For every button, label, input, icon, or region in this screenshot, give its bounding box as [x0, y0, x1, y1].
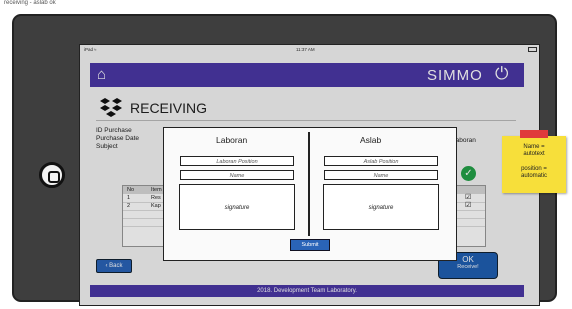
laboran-position-field[interactable]: Laboran Position: [180, 156, 294, 166]
aslab-position-field[interactable]: Aslab Position: [324, 156, 438, 166]
submit-button[interactable]: Submit: [290, 239, 330, 251]
aslab-name-field[interactable]: Name: [324, 170, 438, 180]
laboran-title: Laboran: [216, 135, 248, 145]
sticky-line-1: Name =: [523, 144, 545, 150]
tablet-home-button[interactable]: [39, 162, 65, 188]
sticky-line-3: position =: [521, 166, 547, 172]
sticky-line-4: automatic: [520, 173, 547, 179]
column-divider: [308, 132, 310, 236]
page-caption: receiving - aslab ok: [4, 0, 56, 6]
signature-modal: Laboran Aslab Laboran Position Name sign…: [163, 127, 457, 261]
sticky-tape: [520, 130, 548, 138]
laboran-name-field[interactable]: Name: [180, 170, 294, 180]
app-screen: iPad ≈ 11:37 AM ⌂ SIMMO ⏻ RECEIVING ID P…: [79, 44, 540, 306]
aslab-signature-box[interactable]: signature: [323, 184, 439, 230]
aslab-title: Aslab: [360, 135, 382, 145]
laboran-signature-box[interactable]: signature: [179, 184, 295, 230]
sticky-note: Name = autotext position = automatic: [502, 130, 566, 193]
sticky-line-2: autotext: [523, 151, 545, 157]
tablet-frame: iPad ≈ 11:37 AM ⌂ SIMMO ⏻ RECEIVING ID P…: [12, 14, 557, 306]
